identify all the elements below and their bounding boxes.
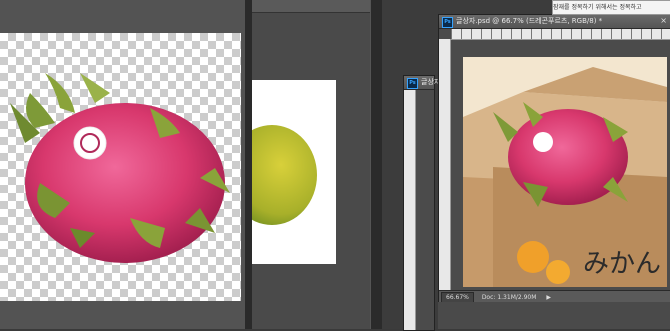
middle-canvas[interactable] <box>252 80 336 264</box>
document-window-back[interactable]: Ps 글상자. <box>403 75 443 331</box>
left-document-panel <box>0 0 245 329</box>
document-titlebar-front[interactable]: Ps 글상자.psd @ 66.7% (드레곤푸르츠, RGB/8) * <box>439 15 670 29</box>
dragonfruit-image <box>10 73 230 263</box>
bottom-area <box>438 302 670 329</box>
overlay-text: 잠재를 정복하기 위해서는 정복하고 <box>553 4 642 11</box>
document-title-front: 글상자.psd @ 66.7% (드레곤푸르츠, RGB/8) * <box>456 17 603 25</box>
document-titlebar-back[interactable]: Ps 글상자. <box>404 76 443 90</box>
photoshop-icon: Ps <box>407 78 418 89</box>
top-text-overlay: 잠재를 정복하기 위해서는 정복하고 <box>552 0 670 15</box>
box-scene-image: みかん <box>463 57 667 287</box>
close-icon[interactable]: × <box>660 16 667 25</box>
middle-tab-strip[interactable] <box>252 0 370 13</box>
left-canvas-transparent[interactable] <box>0 33 241 301</box>
vertical-ruler-back <box>404 90 416 330</box>
horizontal-ruler <box>451 29 670 40</box>
document-window-front[interactable]: Ps글상자.psd @ 66.7% (드레곤푸르츠, RGB/8) * みかん <box>438 14 670 304</box>
photoshop-icon: Ps <box>442 17 453 28</box>
box-text: みかん <box>583 249 661 279</box>
panel-divider[interactable] <box>245 0 252 329</box>
middle-document-panel <box>252 0 370 329</box>
vertical-ruler <box>439 39 451 303</box>
front-canvas[interactable]: みかん <box>463 57 667 287</box>
mango-image <box>252 125 317 225</box>
